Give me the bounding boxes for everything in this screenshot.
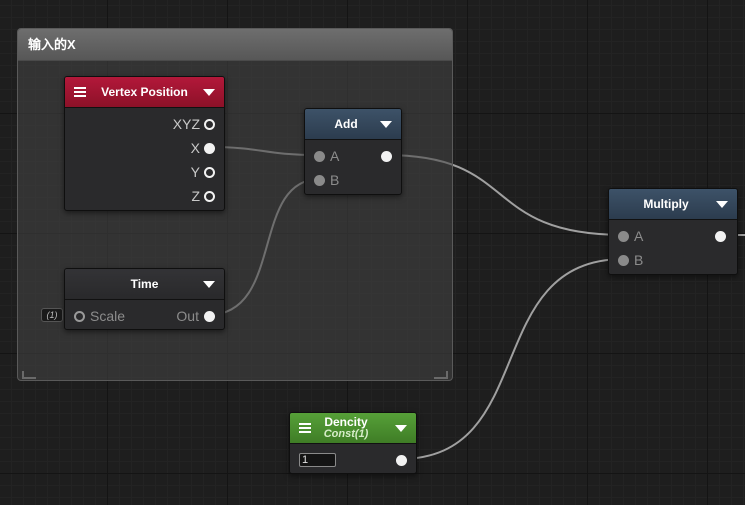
multiply-title: Multiply [643,197,689,211]
output-port-xyz[interactable]: XYZ [173,116,215,132]
multiply-output-port[interactable] [715,228,726,244]
value-input[interactable]: 1 [299,453,336,467]
port-socket-icon[interactable] [314,150,325,162]
port-socket-icon[interactable] [396,454,407,466]
multiply-header[interactable]: Multiply [609,189,737,220]
time-node[interactable]: Time Scale Out [64,268,225,330]
chevron-down-icon[interactable] [716,201,728,208]
output-port-y[interactable]: Y [191,164,215,180]
add-title: Add [334,117,358,131]
multiply-node[interactable]: Multiply A B [608,188,738,275]
add-node[interactable]: Add A B [304,108,402,195]
chevron-down-icon[interactable] [395,425,407,432]
input-port-b[interactable]: B [618,252,643,268]
dencity-subtitle: Const(1) [323,428,369,440]
port-socket-icon[interactable] [381,150,392,162]
output-port-x[interactable]: X [191,140,215,156]
dencity-header[interactable]: Dencity Const(1) [290,413,416,444]
port-socket-icon[interactable] [618,230,629,242]
dencity-node[interactable]: Dencity Const(1) 1 [289,412,417,474]
vertex-position-header[interactable]: Vertex Position [65,77,224,108]
group-corner-left [22,371,36,379]
input-port-b[interactable]: B [314,172,339,188]
vertex-position-node[interactable]: Vertex Position XYZ X Y Z [64,76,225,211]
port-socket-icon[interactable] [715,230,726,242]
port-socket-icon[interactable] [204,118,215,130]
group-title[interactable]: 输入的X [18,29,452,61]
dencity-title: Dencity [324,415,368,429]
time-title: Time [130,277,159,291]
port-socket-icon[interactable] [204,166,215,178]
input-port-a[interactable]: A [618,228,643,244]
input-port-a[interactable]: A [314,148,339,164]
group-corner-right [434,371,448,379]
chevron-down-icon[interactable] [203,89,215,96]
scale-default-value[interactable]: (1) [41,308,63,322]
output-port-out[interactable]: Out [176,308,215,324]
add-output-port[interactable] [381,148,392,164]
port-socket-icon[interactable] [204,190,215,202]
port-socket-icon[interactable] [74,310,85,322]
port-socket-icon[interactable] [314,174,325,186]
port-socket-icon[interactable] [204,310,215,322]
chevron-down-icon[interactable] [380,121,392,128]
time-header[interactable]: Time [65,269,224,300]
port-socket-icon[interactable] [204,142,215,154]
menu-icon[interactable] [299,423,311,433]
add-header[interactable]: Add [305,109,401,140]
input-port-scale[interactable]: Scale [74,308,125,324]
port-socket-icon[interactable] [618,254,629,266]
vertex-position-title: Vertex Position [101,85,188,99]
chevron-down-icon[interactable] [203,281,215,288]
dencity-output-port[interactable] [396,452,407,468]
menu-icon[interactable] [74,87,86,97]
output-port-z[interactable]: Z [191,188,215,204]
